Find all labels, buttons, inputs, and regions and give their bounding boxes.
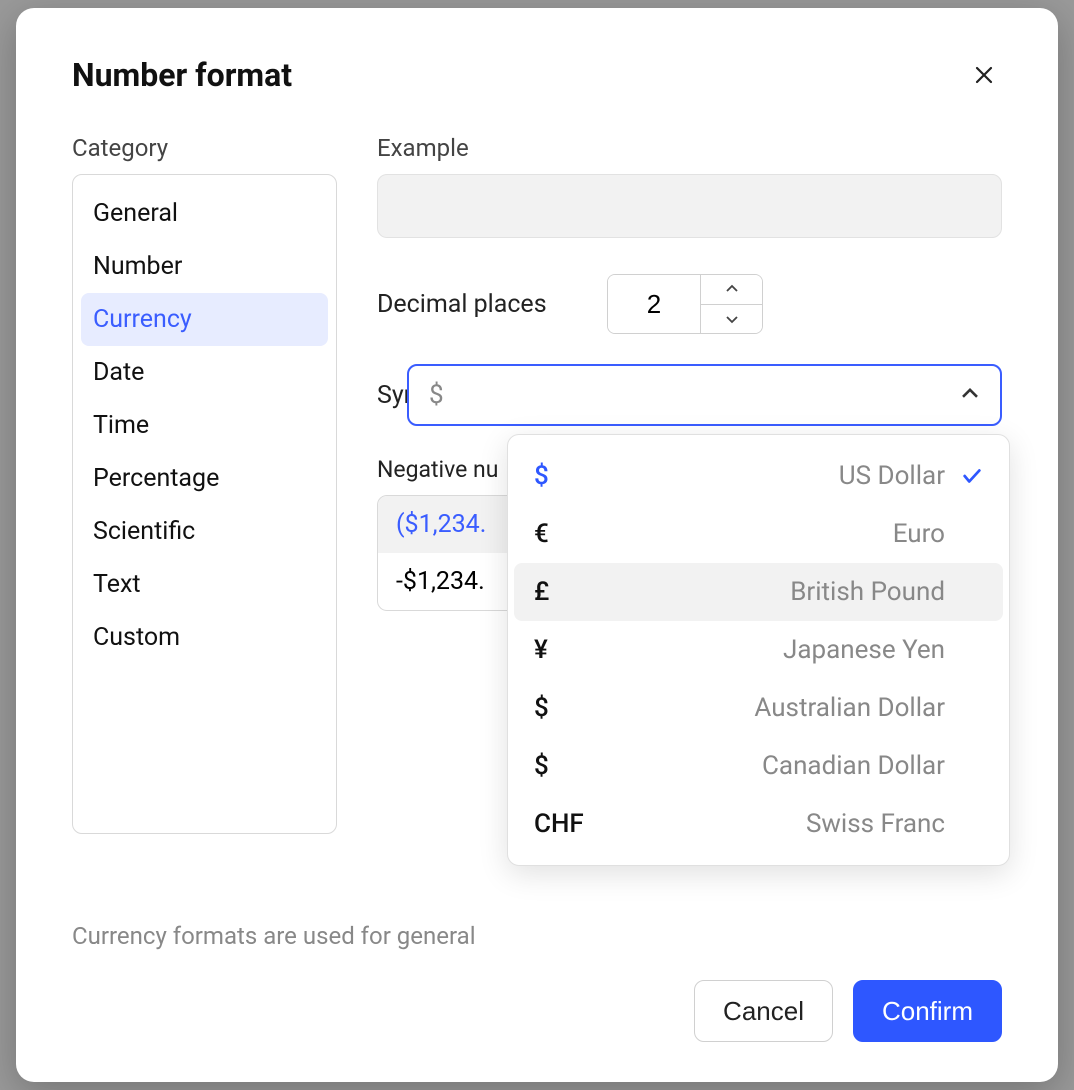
symbol-option[interactable]: ¥Japanese Yen: [514, 621, 1003, 679]
symbol-option-symbol: $: [534, 461, 594, 491]
category-item-scientific[interactable]: Scientific: [81, 505, 328, 558]
chevron-up-icon: [960, 386, 980, 405]
category-item-custom[interactable]: Custom: [81, 611, 328, 664]
modal-header: Number format: [72, 56, 1002, 94]
symbol-select[interactable]: $: [407, 364, 1002, 426]
symbol-option[interactable]: $Australian Dollar: [514, 679, 1003, 737]
number-format-modal: Number format Category GeneralNumberCurr…: [16, 8, 1058, 1082]
category-description: Currency formats are used for general: [72, 922, 1002, 950]
symbol-option[interactable]: $US Dollar: [514, 447, 1003, 505]
symbol-option[interactable]: €Euro: [514, 505, 1003, 563]
example-output: [377, 174, 1002, 238]
symbol-option-name: Euro: [594, 519, 945, 549]
symbol-option-symbol: £: [534, 577, 594, 607]
symbol-option-symbol: €: [534, 519, 594, 549]
symbol-select-value: $: [429, 380, 444, 410]
close-icon: [972, 61, 996, 89]
symbol-option-name: Canadian Dollar: [594, 751, 945, 781]
category-item-date[interactable]: Date: [81, 346, 328, 399]
category-list: GeneralNumberCurrencyDateTimePercentageS…: [72, 174, 337, 834]
symbol-option[interactable]: £British Pound: [514, 563, 1003, 621]
symbol-option-symbol: $: [534, 693, 594, 723]
symbol-option-symbol: ¥: [534, 635, 594, 665]
symbol-option-name: Australian Dollar: [594, 693, 945, 723]
category-item-time[interactable]: Time: [81, 399, 328, 452]
chevron-up-icon: [725, 284, 739, 294]
chevron-down-icon: [725, 314, 739, 324]
close-button[interactable]: [966, 57, 1002, 93]
symbol-option-name: Japanese Yen: [594, 635, 945, 665]
decimal-places-label: Decimal places: [377, 290, 607, 319]
modal-title: Number format: [72, 56, 292, 94]
check-icon: [959, 465, 983, 487]
cancel-button[interactable]: Cancel: [694, 980, 833, 1042]
decimal-increment-button[interactable]: [701, 275, 762, 305]
category-item-general[interactable]: General: [81, 187, 328, 240]
decimal-decrement-button[interactable]: [701, 305, 762, 334]
symbol-option-name: Swiss Franc: [594, 809, 945, 839]
symbol-option-symbol: CHF: [534, 809, 594, 839]
category-item-number[interactable]: Number: [81, 240, 328, 293]
symbol-dropdown: $US Dollar€Euro£British Pound¥Japanese Y…: [507, 434, 1010, 866]
symbol-option-name: British Pound: [594, 577, 945, 607]
confirm-button[interactable]: Confirm: [853, 980, 1002, 1042]
symbol-option-symbol: $: [534, 751, 594, 781]
category-item-percentage[interactable]: Percentage: [81, 452, 328, 505]
decimal-places-stepper: [607, 274, 763, 334]
category-item-currency[interactable]: Currency: [81, 293, 328, 346]
category-item-text[interactable]: Text: [81, 558, 328, 611]
example-label: Example: [377, 134, 1002, 162]
symbol-option-name: US Dollar: [594, 461, 945, 491]
category-label: Category: [72, 134, 337, 162]
decimal-places-input[interactable]: [608, 275, 700, 333]
symbol-option[interactable]: $Canadian Dollar: [514, 737, 1003, 795]
symbol-option[interactable]: CHFSwiss Franc: [514, 795, 1003, 853]
